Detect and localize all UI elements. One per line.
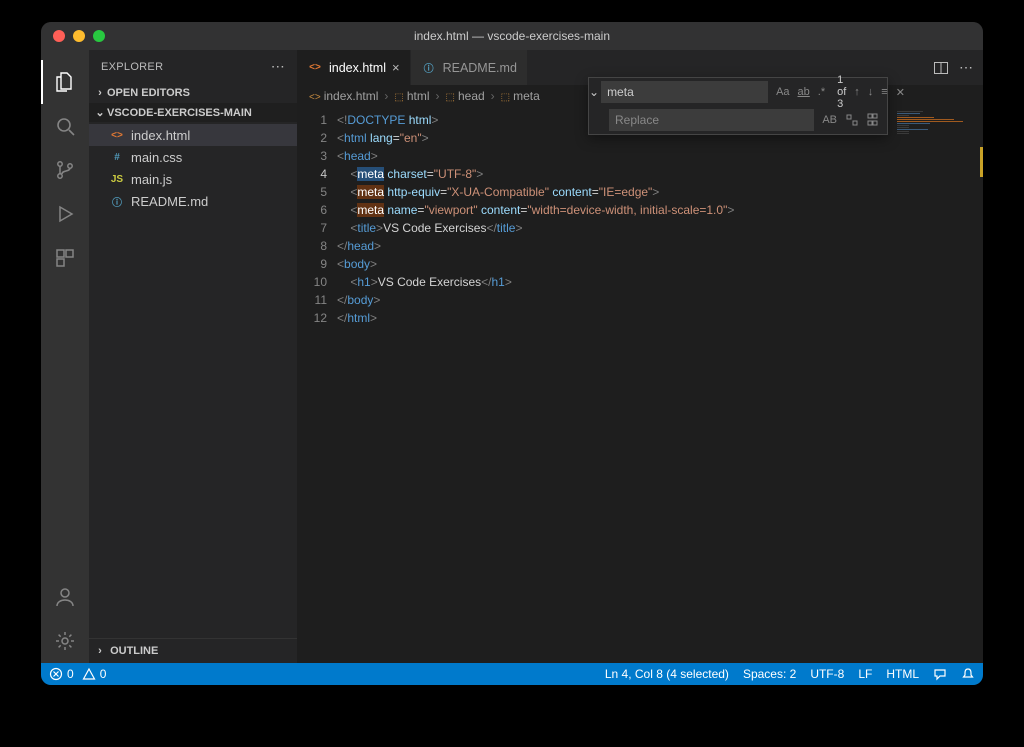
status-errors[interactable]: 0 [49, 667, 74, 681]
regex-button[interactable]: .* [816, 84, 827, 100]
split-editor-button[interactable] [933, 60, 949, 76]
css-file-icon: # [109, 149, 125, 165]
open-editors-section[interactable]: › OPEN EDITORS [89, 83, 297, 103]
minimap[interactable] [893, 107, 983, 663]
window-title: index.html — vscode-exercises-main [41, 29, 983, 43]
replace-icon [845, 113, 859, 127]
find-result-count: 1 of 3 [835, 72, 848, 112]
account-icon [53, 585, 77, 609]
sidebar-title: EXPLORER [101, 61, 163, 73]
search-tab[interactable] [41, 104, 89, 148]
extensions-icon [53, 246, 77, 270]
minimap-scroll-indicator [980, 147, 983, 177]
replace-one-button[interactable] [843, 111, 861, 129]
folder-name: VSCODE-EXERCISES-MAIN [107, 107, 252, 119]
explorer-sidebar: EXPLORER ⋯ › OPEN EDITORS ⌄ VSCODE-EXERC… [89, 50, 297, 663]
status-feedback[interactable] [933, 667, 947, 681]
replace-all-button[interactable] [865, 111, 883, 129]
status-warnings[interactable]: 0 [82, 667, 107, 681]
editor-tab-index-html[interactable]: <> index.html × [297, 50, 411, 85]
replace-input[interactable] [609, 109, 814, 131]
status-language[interactable]: HTML [886, 667, 919, 681]
file-name: README.md [131, 194, 208, 209]
warning-icon [82, 667, 96, 681]
previous-match-button[interactable]: ↑ [852, 84, 862, 100]
find-replace-widget: ⌄ Aa ab .* 1 of 3 ↑ ↓ ≡ ✕ AB [588, 77, 888, 135]
status-cursor[interactable]: Ln 4, Col 8 (4 selected) [605, 667, 729, 681]
files-icon [53, 70, 77, 94]
file-name: main.css [131, 150, 182, 165]
breadcrumb-item[interactable]: ⬚meta [501, 89, 540, 103]
file-item-index-html[interactable]: <> index.html [89, 124, 297, 146]
line-gutter: 123456789101112 [297, 107, 337, 663]
extensions-tab[interactable] [41, 236, 89, 280]
settings-button[interactable] [41, 619, 89, 663]
js-file-icon: JS [109, 171, 125, 187]
replace-all-icon [867, 113, 881, 127]
breadcrumb-item[interactable]: ⬚html [394, 89, 429, 103]
explorer-tab[interactable] [41, 60, 89, 104]
run-debug-tab[interactable] [41, 192, 89, 236]
find-input[interactable] [601, 81, 768, 103]
close-find-button[interactable]: ✕ [894, 84, 907, 101]
file-tree: <> index.html # main.css JS main.js ⓘ README.md [89, 122, 297, 214]
file-name: index.html [131, 128, 190, 143]
md-file-icon: ⓘ [109, 193, 125, 209]
next-match-button[interactable]: ↓ [866, 84, 876, 100]
chevron-down-icon: ⌄ [93, 106, 107, 119]
md-file-icon: ⓘ [421, 60, 437, 76]
match-case-button[interactable]: Aa [774, 84, 791, 100]
breadcrumb-item[interactable]: <>index.html [309, 89, 378, 103]
status-eol[interactable]: LF [858, 667, 872, 681]
file-name: main.js [131, 172, 172, 187]
split-icon [933, 60, 949, 76]
source-control-tab[interactable] [41, 148, 89, 192]
html-file-icon: <> [307, 60, 323, 76]
status-bar: 0 0 Ln 4, Col 8 (4 selected) Spaces: 2 U… [41, 663, 983, 685]
html-file-icon: <> [109, 127, 125, 143]
maximize-window-button[interactable] [93, 30, 105, 42]
close-window-button[interactable] [53, 30, 65, 42]
folder-section[interactable]: ⌄ VSCODE-EXERCISES-MAIN [89, 103, 297, 122]
sidebar-more-button[interactable]: ⋯ [271, 58, 285, 75]
file-item-README-md[interactable]: ⓘ README.md [89, 190, 297, 212]
open-editors-label: OPEN EDITORS [107, 87, 190, 99]
error-icon [49, 667, 63, 681]
chevron-right-icon: › [93, 87, 107, 99]
vscode-window: index.html — vscode-exercises-main [41, 22, 983, 685]
file-item-main-js[interactable]: JS main.js [89, 168, 297, 190]
code-editor[interactable]: 123456789101112 <!DOCTYPE html><html lan… [297, 107, 983, 663]
close-tab-button[interactable]: × [392, 60, 400, 75]
titlebar[interactable]: index.html — vscode-exercises-main [41, 22, 983, 50]
accounts-button[interactable] [41, 575, 89, 619]
outline-section[interactable]: › OUTLINE [89, 638, 297, 663]
match-whole-word-button[interactable]: ab [796, 84, 812, 100]
search-icon [53, 114, 77, 138]
find-in-selection-button[interactable]: ≡ [879, 84, 889, 100]
minimize-window-button[interactable] [73, 30, 85, 42]
status-encoding[interactable]: UTF-8 [810, 667, 844, 681]
feedback-icon [933, 667, 947, 681]
status-spaces[interactable]: Spaces: 2 [743, 667, 796, 681]
tab-label: index.html [329, 61, 386, 75]
tab-label: README.md [443, 61, 517, 75]
file-item-main-css[interactable]: # main.css [89, 146, 297, 168]
branch-icon [53, 158, 77, 182]
toggle-replace-button[interactable]: ⌄ [589, 85, 599, 99]
outline-label: OUTLINE [110, 645, 158, 657]
bell-icon [961, 667, 975, 681]
editor-more-button[interactable]: ⋯ [959, 59, 973, 76]
breadcrumb-item[interactable]: ⬚head [446, 89, 485, 103]
code-content[interactable]: <!DOCTYPE html><html lang="en"><head> <m… [337, 107, 734, 663]
play-icon [53, 202, 77, 226]
editor-tab-README-md[interactable]: ⓘ README.md [411, 50, 528, 85]
activity-bar [41, 50, 89, 663]
status-notifications[interactable] [961, 667, 975, 681]
chevron-right-icon: › [93, 645, 107, 657]
editor-group: <>index.html×ⓘREADME.md ⋯ <>index.html›⬚… [297, 50, 983, 663]
preserve-case-button[interactable]: AB [820, 112, 839, 128]
gear-icon [53, 629, 77, 653]
